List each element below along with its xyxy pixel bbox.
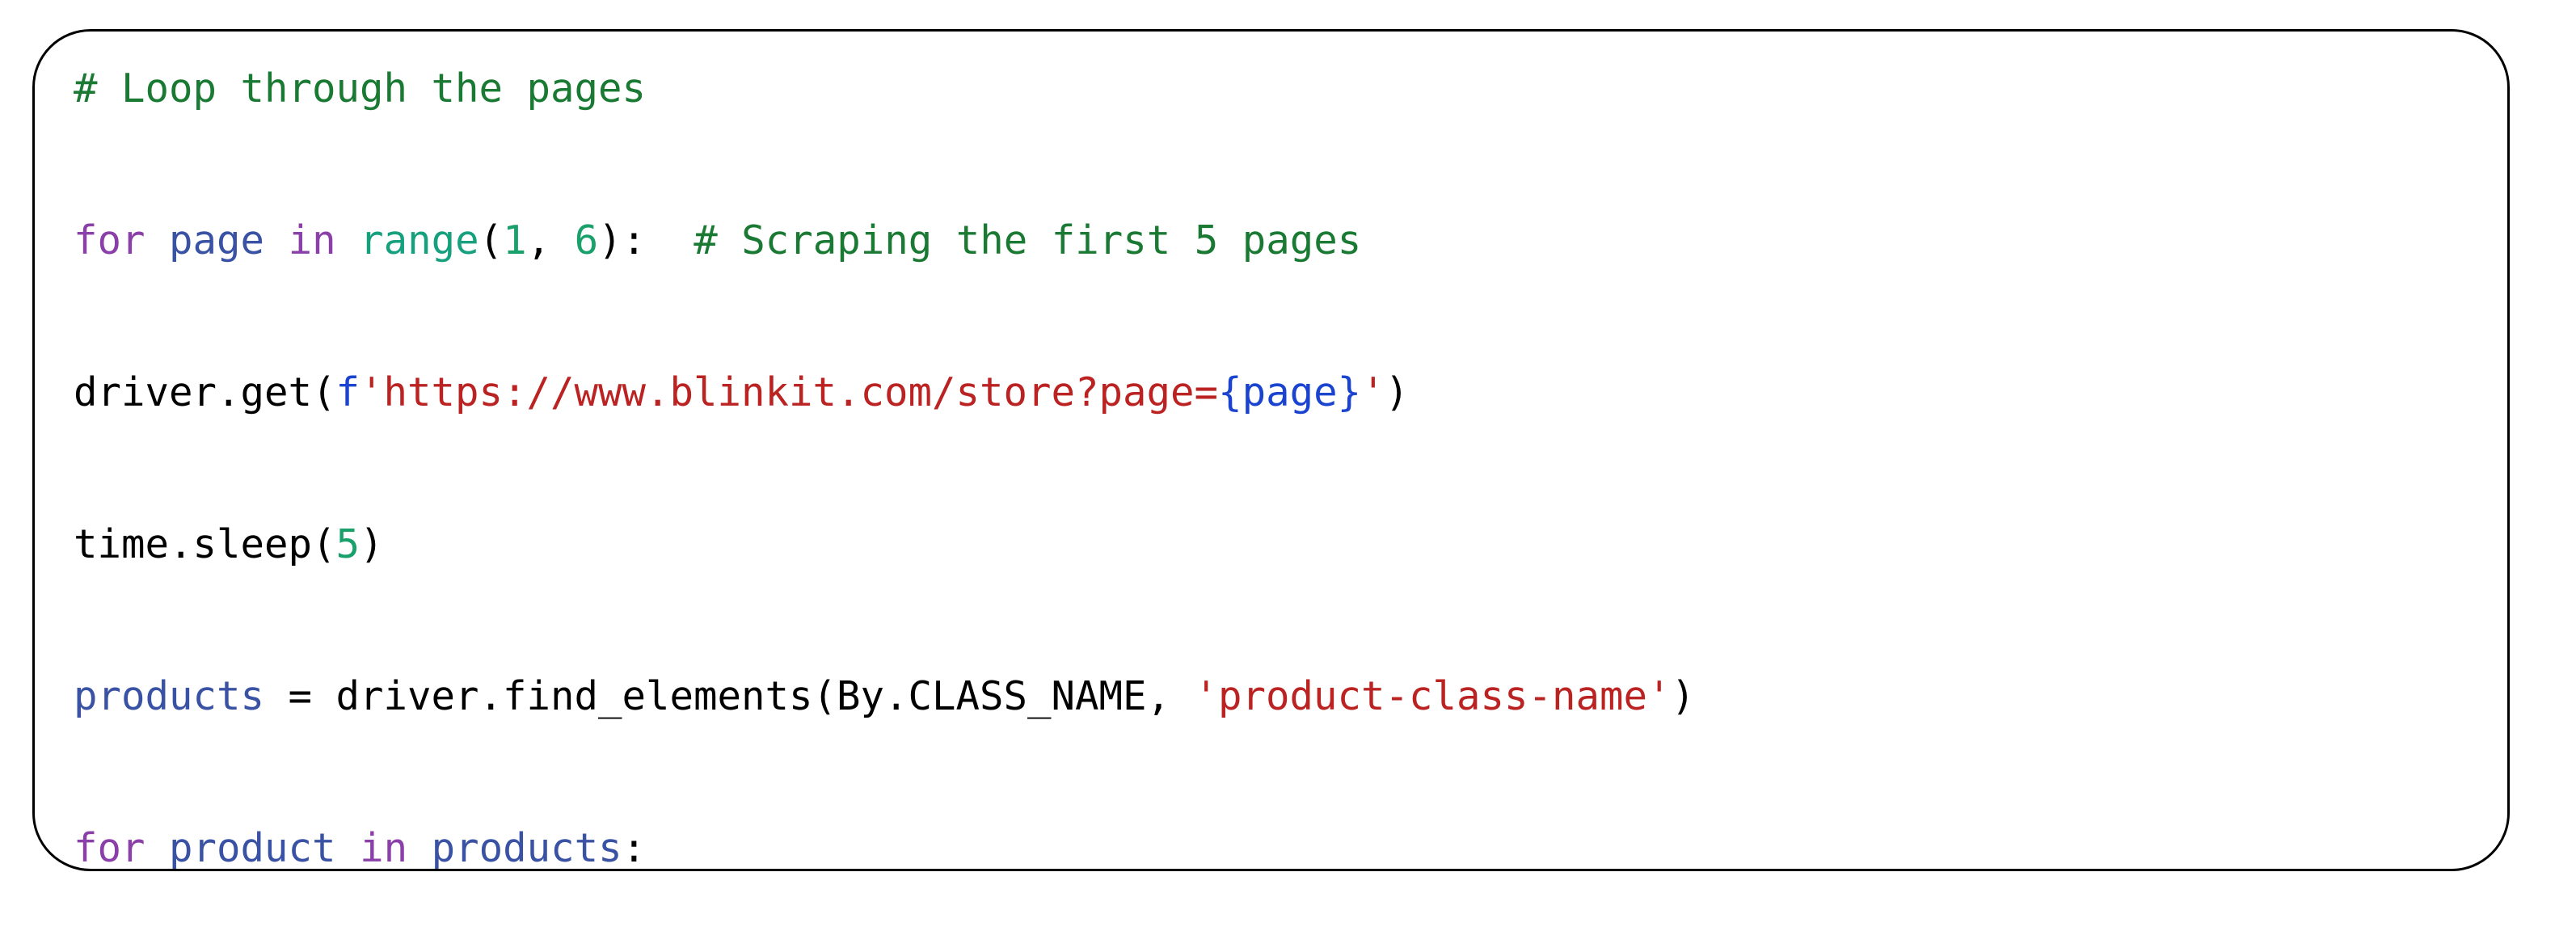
code-token-plain: ( bbox=[479, 217, 504, 263]
code-token-number: 6 bbox=[574, 217, 599, 263]
code-token-var: products bbox=[431, 825, 622, 871]
code-line: for product in products: bbox=[74, 811, 2499, 871]
code-token-keyword: for bbox=[74, 825, 145, 871]
code-token-plain: driver.get( bbox=[74, 369, 336, 415]
code-token-builtin: range bbox=[360, 217, 479, 263]
code-token-string: ' bbox=[1361, 369, 1385, 415]
code-token-string: 'https://www.blinkit.com/store?page= bbox=[360, 369, 1219, 415]
code-token-var: products bbox=[74, 673, 265, 719]
code-token-plain: ) bbox=[360, 521, 384, 567]
code-token-keyword: for bbox=[74, 217, 145, 263]
code-token-string: 'product-class-name' bbox=[1194, 673, 1672, 719]
code-snippet-card: # Loop through the pages for page in ran… bbox=[32, 29, 2510, 871]
code-token-var: page bbox=[169, 217, 265, 263]
code-line: driver.get(f'https://www.blinkit.com/sto… bbox=[74, 355, 2499, 431]
code-token-interp: {page} bbox=[1218, 369, 1362, 415]
code-token-plain: time.sleep( bbox=[74, 521, 336, 567]
code-token-comment: # Loop through the pages bbox=[74, 65, 647, 112]
code-line: for page in range(1, 6): # Scraping the … bbox=[74, 203, 2499, 279]
code-block[interactable]: # Loop through the pages for page in ran… bbox=[74, 51, 2499, 871]
code-line: products = driver.find_elements(By.CLASS… bbox=[74, 659, 2499, 735]
code-token-keyword: in bbox=[288, 217, 336, 263]
code-line: # Loop through the pages bbox=[74, 51, 2499, 127]
code-token-number: 5 bbox=[335, 521, 360, 567]
code-token-number: 1 bbox=[503, 217, 527, 263]
code-line: time.sleep(5) bbox=[74, 507, 2499, 583]
code-token-var: product bbox=[169, 825, 336, 871]
code-token-plain: ) bbox=[1385, 369, 1410, 415]
code-token-keyword: in bbox=[360, 825, 408, 871]
code-token-comment: # Scraping the first 5 pages bbox=[694, 217, 1362, 263]
code-token-plain: ): bbox=[598, 217, 694, 263]
code-token-fprefix: f bbox=[335, 369, 360, 415]
code-token-plain: , bbox=[526, 217, 575, 263]
code-token-plain: = driver.find_elements(By.CLASS_NAME, bbox=[264, 673, 1195, 719]
code-token-plain: : bbox=[622, 825, 647, 871]
code-token-plain: ) bbox=[1671, 673, 1696, 719]
